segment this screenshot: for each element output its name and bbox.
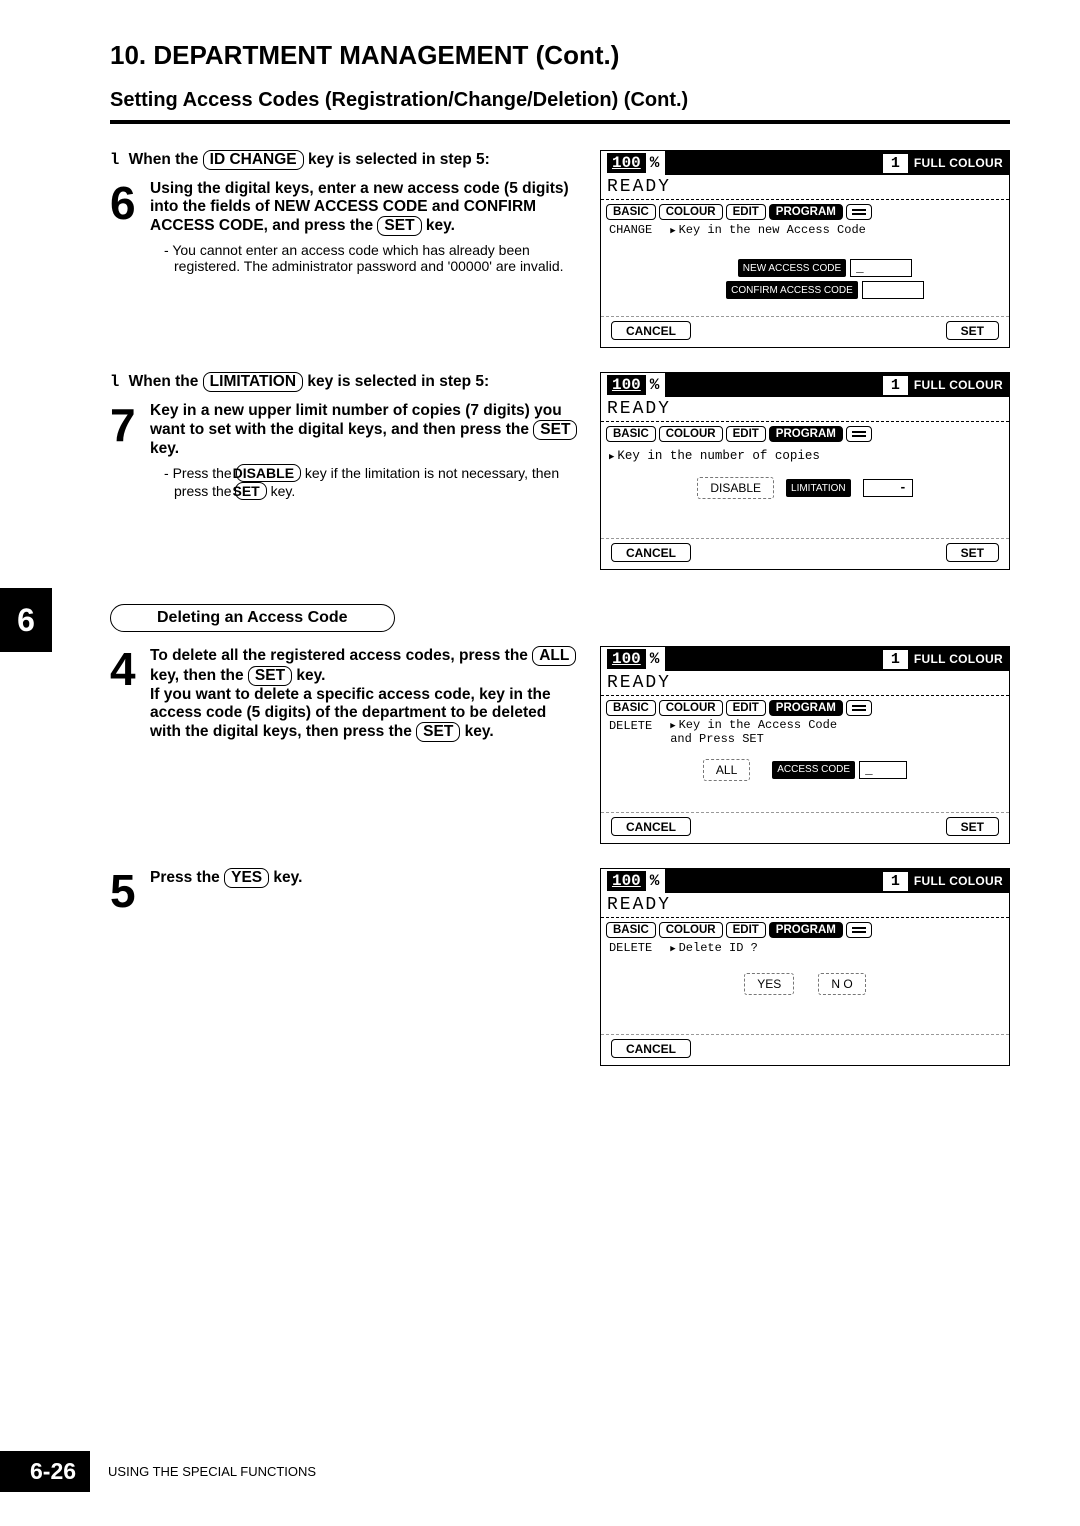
page-footer: 6-26 USING THE SPECIAL FUNCTIONS bbox=[0, 1451, 316, 1492]
yes-key: YES bbox=[224, 868, 269, 888]
step-6-text: Using the digital keys, enter a new acce… bbox=[150, 180, 569, 234]
cancel-button[interactable]: CANCEL bbox=[611, 817, 691, 836]
step-number-4: 4 bbox=[110, 646, 144, 742]
tab-colour[interactable]: COLOUR bbox=[659, 204, 723, 220]
set-key: SET bbox=[235, 482, 266, 500]
set-key: SET bbox=[416, 722, 460, 742]
percent-sign: % bbox=[650, 650, 660, 668]
zoom-value: 100 bbox=[607, 649, 646, 669]
disable-key: DISABLE bbox=[236, 464, 301, 482]
chapter-side-tab: 6 bbox=[0, 588, 52, 652]
set-button[interactable]: SET bbox=[946, 817, 999, 836]
colour-mode: FULL COLOUR bbox=[914, 652, 1003, 666]
tab-colour[interactable]: COLOUR bbox=[659, 426, 723, 442]
zoom-value: 100 bbox=[607, 871, 646, 891]
zoom-value: 100 bbox=[607, 375, 646, 395]
new-access-code-label: NEW ACCESS CODE bbox=[738, 259, 846, 277]
lcd-panel-limitation: 100% 1 FULL COLOUR READY BASIC COLOUR EDI… bbox=[600, 372, 1010, 570]
tab-edit[interactable]: EDIT bbox=[726, 426, 766, 442]
ready-status: READY bbox=[601, 893, 1009, 918]
zoom-value: 100 bbox=[607, 153, 646, 173]
context-prompt: Key in the new Access Code bbox=[670, 223, 1001, 237]
access-code-field[interactable]: _ bbox=[859, 761, 907, 779]
set-key: SET bbox=[248, 666, 292, 686]
all-button[interactable]: ALL bbox=[703, 759, 750, 781]
copy-count: 1 bbox=[883, 376, 908, 395]
copy-count: 1 bbox=[883, 650, 908, 669]
ready-status: READY bbox=[601, 397, 1009, 422]
colour-mode: FULL COLOUR bbox=[914, 378, 1003, 392]
deleting-subheading: Deleting an Access Code bbox=[110, 604, 395, 632]
set-button[interactable]: SET bbox=[946, 543, 999, 562]
no-button[interactable]: N O bbox=[818, 973, 865, 995]
lcd-panel-delete: 100% 1 FULL COLOUR READY BASIC COLOUR EDI… bbox=[600, 646, 1010, 844]
step-4-text: To delete all the registered access code… bbox=[150, 647, 576, 740]
limitation-field[interactable]: - bbox=[863, 479, 913, 497]
percent-sign: % bbox=[650, 872, 660, 890]
confirm-access-code-label: CONFIRM ACCESS CODE bbox=[726, 281, 858, 299]
yes-button[interactable]: YES bbox=[744, 973, 794, 995]
tab-edit[interactable]: EDIT bbox=[726, 204, 766, 220]
new-access-code-field[interactable]: _ bbox=[850, 259, 912, 277]
context-label: DELETE bbox=[609, 941, 652, 955]
all-key: ALL bbox=[532, 646, 576, 666]
tab-colour[interactable]: COLOUR bbox=[659, 922, 723, 938]
step-5-text: Press the YES key. bbox=[150, 869, 302, 886]
cancel-button[interactable]: CANCEL bbox=[611, 321, 691, 340]
access-code-label: ACCESS CODE bbox=[772, 761, 855, 779]
confirm-access-code-field[interactable] bbox=[862, 281, 924, 299]
tab-program[interactable]: PROGRAM bbox=[769, 426, 843, 442]
tab-basic[interactable]: BASIC bbox=[606, 700, 656, 716]
percent-sign: % bbox=[650, 154, 660, 172]
tab-colour[interactable]: COLOUR bbox=[659, 700, 723, 716]
chapter-title: 10. DEPARTMENT MANAGEMENT (Cont.) bbox=[110, 40, 1010, 71]
step-7-text: Key in a new upper limit number of copie… bbox=[150, 402, 577, 457]
set-key: SET bbox=[533, 420, 577, 440]
tab-basic[interactable]: BASIC bbox=[606, 426, 656, 442]
lcd-panel-change: 100 % 1 FULL COLOUR READY BASIC COLOUR E… bbox=[600, 150, 1010, 348]
limitation-prompt: Key in the number of copies bbox=[609, 449, 1001, 463]
tab-settings-icon[interactable] bbox=[846, 204, 872, 220]
cancel-button[interactable]: CANCEL bbox=[611, 1039, 691, 1058]
set-key: SET bbox=[377, 216, 421, 236]
tab-settings-icon[interactable] bbox=[846, 426, 872, 442]
tab-program[interactable]: PROGRAM bbox=[769, 204, 843, 220]
tab-basic[interactable]: BASIC bbox=[606, 204, 656, 220]
percent-sign: % bbox=[650, 376, 660, 394]
tab-settings-icon[interactable] bbox=[846, 922, 872, 938]
tab-program[interactable]: PROGRAM bbox=[769, 922, 843, 938]
tab-edit[interactable]: EDIT bbox=[726, 700, 766, 716]
context-label: DELETE bbox=[609, 719, 652, 747]
section-title: Setting Access Codes (Registration/Chang… bbox=[110, 89, 1010, 124]
copy-count: 1 bbox=[883, 154, 908, 173]
id-change-key: ID CHANGE bbox=[203, 150, 304, 170]
disable-button[interactable]: DISABLE bbox=[697, 477, 774, 499]
tab-settings-icon[interactable] bbox=[846, 700, 872, 716]
context-prompt: Delete ID ? bbox=[670, 941, 1001, 955]
step-number-7: 7 bbox=[110, 402, 144, 500]
step-7-note: - Press the DISABLE key if the limitatio… bbox=[150, 464, 578, 500]
context-label: CHANGE bbox=[609, 223, 652, 237]
tab-edit[interactable]: EDIT bbox=[726, 922, 766, 938]
colour-mode: FULL COLOUR bbox=[914, 874, 1003, 888]
copy-count: 1 bbox=[883, 872, 908, 891]
context-prompt: Key in the Access Code and Press SET bbox=[670, 719, 1001, 747]
set-button[interactable]: SET bbox=[946, 321, 999, 340]
limitation-label: LIMITATION bbox=[786, 479, 851, 497]
when-line-6: l When the ID CHANGE key is selected in … bbox=[110, 150, 578, 170]
step-number-5: 5 bbox=[110, 868, 144, 914]
page-number: 6-26 bbox=[0, 1451, 90, 1492]
cancel-button[interactable]: CANCEL bbox=[611, 543, 691, 562]
when-line-7: l When the LIMITATION key is selected in… bbox=[110, 372, 578, 392]
lcd-panel-confirm-delete: 100% 1 FULL COLOUR READY BASIC COLOUR EDI… bbox=[600, 868, 1010, 1066]
limitation-key: LIMITATION bbox=[203, 372, 303, 392]
tab-basic[interactable]: BASIC bbox=[606, 922, 656, 938]
ready-status: READY bbox=[601, 671, 1009, 696]
ready-status: READY bbox=[601, 175, 1009, 200]
step-6-note: - You cannot enter an access code which … bbox=[150, 242, 578, 274]
tab-program[interactable]: PROGRAM bbox=[769, 700, 843, 716]
footer-text: USING THE SPECIAL FUNCTIONS bbox=[108, 1464, 316, 1479]
colour-mode: FULL COLOUR bbox=[914, 156, 1003, 170]
step-number-6: 6 bbox=[110, 180, 144, 274]
